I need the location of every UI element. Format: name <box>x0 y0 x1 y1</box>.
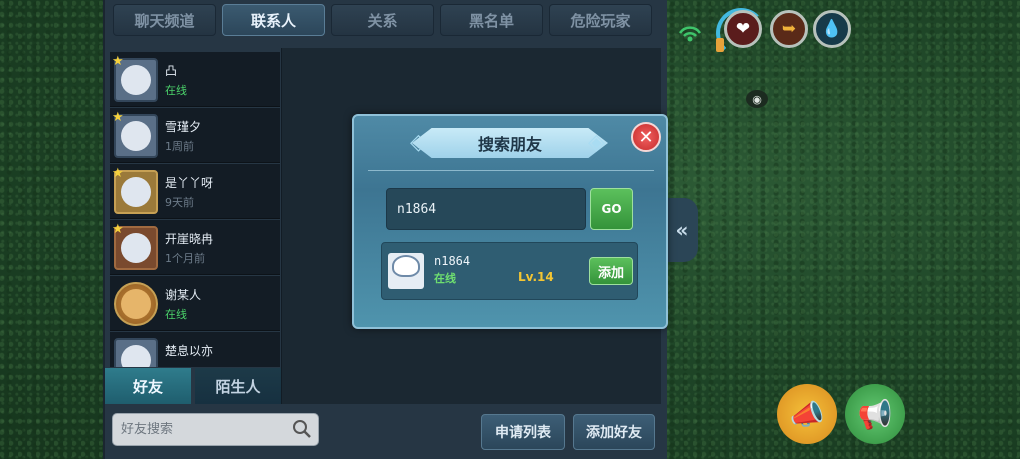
tab-relations[interactable]: 关系 <box>331 4 434 36</box>
player-id-input[interactable] <box>386 188 586 230</box>
top-tab-bar: 聊天频道 联系人 关系 黑名单 危险玩家 <box>113 4 652 40</box>
star-icon: ★ <box>112 54 124 69</box>
result-level: Lv.14 <box>518 270 554 284</box>
health-heart-icon[interactable]: ❤ <box>724 10 762 48</box>
dialog-title: 搜索朋友 <box>412 128 608 158</box>
contact-status: 1周前 <box>165 140 194 153</box>
contact-name: 谢某人 <box>165 288 202 302</box>
contact-name: 楚息以亦 <box>165 344 214 358</box>
avatar <box>114 282 158 326</box>
contact-status: 在线 <box>165 308 187 321</box>
contact-name: 是丫丫呀 <box>165 176 214 190</box>
contact-item[interactable]: ★ 开崖晓冉 1个月前 <box>110 220 280 275</box>
megaphone-gold-button[interactable]: 📣 <box>777 384 837 444</box>
tab-blacklist[interactable]: 黑名单 <box>440 4 543 36</box>
search-friend-dialog: ◈ 搜索朋友 ◈ ✕ GO n1864 在线 Lv.14 添加 <box>352 114 668 329</box>
torch-icon <box>716 38 724 52</box>
go-button[interactable]: GO <box>590 188 633 230</box>
add-button[interactable]: 添加 <box>589 257 633 285</box>
star-icon: ★ <box>112 110 124 125</box>
search-result-row[interactable]: n1864 在线 Lv.14 添加 <box>381 242 638 300</box>
wifi-signal-icon <box>678 26 702 42</box>
contact-list[interactable]: ★ 凸 在线 ★ 雪瑾夕 1周前 ★ 是丫丫呀 9天前 ★ 开崖晓冉 1个月前 … <box>110 52 280 367</box>
search-icon[interactable] <box>292 419 312 439</box>
friend-search-box[interactable] <box>112 413 319 446</box>
contact-item[interactable]: ★ 凸 在线 <box>110 52 280 107</box>
water-drop-icon[interactable]: 💧 <box>813 10 851 48</box>
tab-chat-channel[interactable]: 聊天频道 <box>113 4 216 36</box>
ornament-right-icon: ◈ <box>588 130 605 155</box>
contact-name: 凸 <box>165 64 178 78</box>
divider <box>368 170 654 171</box>
eye-icon[interactable]: ◉ <box>746 90 768 108</box>
hunger-icon[interactable]: ➥ <box>770 10 808 48</box>
megaphone-green-button[interactable]: 📢 <box>845 384 905 444</box>
contact-name: 开崖晓冉 <box>165 232 214 246</box>
tab-contacts[interactable]: 联系人 <box>222 4 325 36</box>
avatar <box>388 253 424 289</box>
contact-item[interactable]: ★ 雪瑾夕 1周前 <box>110 108 280 163</box>
bottom-tab-bar: 好友 陌生人 <box>105 368 281 404</box>
close-icon: ✕ <box>638 126 654 148</box>
contact-status: 在线 <box>165 84 187 97</box>
close-button[interactable]: ✕ <box>631 122 661 152</box>
contact-item[interactable]: ★ 是丫丫呀 9天前 <box>110 164 280 219</box>
add-friend-button[interactable]: 添加好友 <box>573 414 655 450</box>
contact-item[interactable]: 楚息以亦 <box>110 332 280 367</box>
result-name: n1864 <box>434 254 471 268</box>
contact-item[interactable]: 谢某人 在线 <box>110 276 280 331</box>
star-icon: ★ <box>112 166 124 181</box>
contact-status: 1个月前 <box>165 252 205 265</box>
contact-status: 9天前 <box>165 196 194 209</box>
contact-name: 雪瑾夕 <box>165 120 202 134</box>
result-status: 在线 <box>434 272 456 285</box>
tab-dangerous-players[interactable]: 危险玩家 <box>549 4 652 36</box>
avatar <box>114 338 158 367</box>
tab-strangers[interactable]: 陌生人 <box>195 368 281 404</box>
tab-friends[interactable]: 好友 <box>105 368 191 404</box>
apply-list-button[interactable]: 申请列表 <box>481 414 565 450</box>
star-icon: ★ <box>112 222 124 237</box>
friend-search-input[interactable] <box>121 422 286 437</box>
collapse-panel-button[interactable]: « <box>666 198 698 262</box>
double-chevron-left-icon: « <box>675 218 689 242</box>
